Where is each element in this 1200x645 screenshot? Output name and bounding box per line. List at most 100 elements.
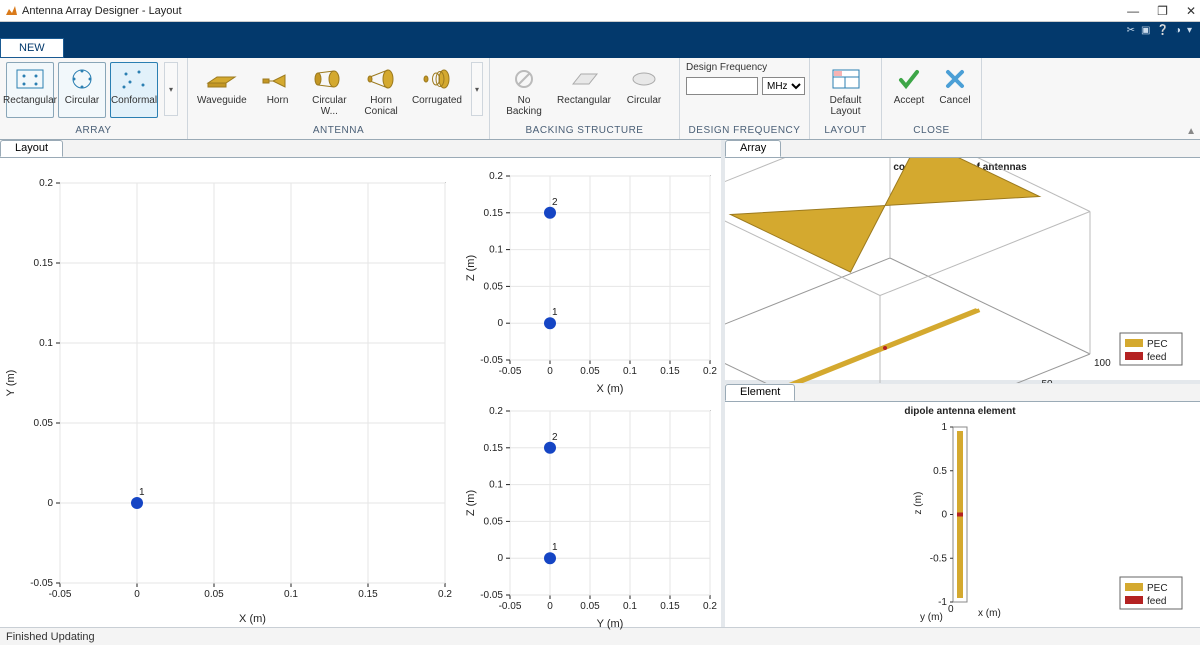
cancel-button[interactable]: Cancel: [934, 62, 976, 118]
svg-text:0.2: 0.2: [703, 366, 717, 377]
qa-icon-2[interactable]: ▣: [1141, 25, 1150, 36]
svg-text:PEC: PEC: [1147, 339, 1168, 350]
svg-text:0.15: 0.15: [358, 589, 378, 600]
svg-text:0.2: 0.2: [489, 171, 503, 182]
backing-circ-label: Circular: [627, 93, 661, 115]
svg-text:-0.05: -0.05: [499, 601, 522, 612]
svg-text:0.05: 0.05: [580, 366, 600, 377]
array-dropdown[interactable]: ▾: [164, 62, 178, 116]
horn-conical-icon: [363, 65, 399, 93]
svg-text:0: 0: [497, 553, 503, 564]
svg-text:z (m): z (m): [913, 491, 924, 514]
svg-text:0.05: 0.05: [484, 516, 504, 527]
minimize-button[interactable]: —: [1127, 4, 1139, 18]
svg-text:0: 0: [497, 318, 503, 329]
design-frequency-unit[interactable]: MHz: [762, 77, 805, 95]
svg-text:0.1: 0.1: [489, 480, 503, 491]
ribbon-group-array: Rectangular Circular Conformal ▾ ARRAY: [0, 58, 188, 139]
backing-none-button[interactable]: No Backing: [496, 62, 552, 120]
svg-text:0.5: 0.5: [933, 465, 947, 476]
svg-text:-1: -1: [938, 597, 947, 608]
antenna-circularw-button[interactable]: Circular W...: [305, 62, 353, 120]
ribbon-tab-row: NEW: [0, 38, 1200, 58]
array-conformal-label: Conformal: [111, 93, 157, 115]
maximize-button[interactable]: ❐: [1157, 4, 1168, 18]
svg-text:PEC: PEC: [1147, 583, 1168, 594]
qa-icon-1[interactable]: ✂: [1127, 25, 1135, 36]
status-text: Finished Updating: [6, 631, 95, 643]
svg-text:Z (m): Z (m): [465, 255, 477, 281]
svg-text:X (m): X (m): [597, 383, 624, 395]
circular-array-icon: [64, 65, 100, 93]
backing-circ-button[interactable]: Circular: [616, 62, 672, 118]
svg-text:Z (m): Z (m): [465, 490, 477, 516]
horn-icon: [260, 65, 296, 93]
svg-text:0.2: 0.2: [39, 178, 53, 189]
qa-icon-4[interactable]: ◑: [1175, 25, 1181, 36]
antenna-horn-label: Horn: [267, 93, 289, 115]
close-window-button[interactable]: ✕: [1186, 4, 1196, 18]
array-conformal-button[interactable]: Conformal: [110, 62, 158, 118]
default-layout-button[interactable]: Default Layout: [816, 62, 875, 120]
backing-none-label: No Backing: [499, 93, 549, 117]
quick-access-bar: ✂ ▣ ❔ ◑ ▾: [0, 22, 1200, 38]
layout-yz-plot[interactable]: -0.0500.050.10.150.2-0.0500.050.10.150.2…: [460, 403, 720, 633]
antenna-waveguide-button[interactable]: Waveguide: [194, 62, 250, 118]
antenna-hornconical-button[interactable]: Horn Conical: [357, 62, 405, 120]
svg-text:-0.05: -0.05: [480, 355, 503, 366]
tab-new[interactable]: NEW: [0, 38, 64, 58]
tab-element[interactable]: Element: [725, 384, 795, 401]
cancel-label: Cancel: [939, 93, 970, 115]
titlebar: Antenna Array Designer - Layout — ❐ ✕: [0, 0, 1200, 22]
svg-text:50: 50: [1042, 379, 1054, 383]
qa-icon-3[interactable]: ❔: [1156, 25, 1168, 36]
antenna-hornconical-label: Horn Conical: [360, 93, 402, 117]
array-circular-label: Circular: [65, 93, 99, 115]
svg-text:1: 1: [552, 542, 558, 553]
svg-text:0: 0: [941, 509, 947, 520]
svg-text:0.15: 0.15: [484, 443, 504, 454]
svg-text:X (m): X (m): [239, 613, 266, 625]
antenna-dropdown[interactable]: ▾: [471, 62, 483, 116]
antenna-corrugated-label: Corrugated: [412, 93, 462, 115]
svg-text:0.2: 0.2: [489, 406, 503, 417]
svg-text:0.1: 0.1: [39, 338, 53, 349]
svg-text:-0.05: -0.05: [480, 590, 503, 601]
svg-text:0.05: 0.05: [204, 589, 224, 600]
svg-text:0.05: 0.05: [580, 601, 600, 612]
design-frequency-input[interactable]: [686, 77, 758, 95]
array-circular-button[interactable]: Circular: [58, 62, 106, 118]
array-rectangular-button[interactable]: Rectangular: [6, 62, 54, 118]
array-3d-plot[interactable]: conformalArray of antennas-100-50050100-…: [725, 158, 1195, 383]
svg-text:-0.05: -0.05: [499, 366, 522, 377]
ribbon-group-close: Accept Cancel CLOSE: [882, 58, 982, 139]
svg-text:0.2: 0.2: [438, 589, 452, 600]
svg-text:0.15: 0.15: [660, 601, 680, 612]
qa-icon-5[interactable]: ▾: [1187, 25, 1192, 36]
layout-xy-plot[interactable]: -0.0500.050.10.150.2-0.0500.050.10.150.2…: [0, 168, 460, 628]
layout-xz-plot[interactable]: -0.0500.050.10.150.2-0.0500.050.10.150.2…: [460, 168, 720, 398]
tab-array[interactable]: Array: [725, 140, 781, 157]
matlab-logo-icon: [4, 4, 18, 18]
backing-rect-button[interactable]: Rectangular: [556, 62, 612, 118]
accept-button[interactable]: Accept: [888, 62, 930, 118]
group-label-freq: DESIGN FREQUENCY: [686, 123, 803, 137]
layout-pane: Layout -0.05 0 0.05 0.1 0.15 0.2 -0.05 0 0.05 0.1…: [0, 140, 725, 627]
svg-text:0.1: 0.1: [284, 589, 298, 600]
antenna-horn-button[interactable]: Horn: [254, 62, 302, 118]
svg-text:feed: feed: [1147, 352, 1166, 363]
svg-text:2: 2: [552, 197, 558, 208]
circular-waveguide-icon: [311, 65, 347, 93]
workspace: Layout -0.05 0 0.05 0.1 0.15 0.2 -0.05 0 0.05 0.1…: [0, 140, 1200, 627]
antenna-corrugated-button[interactable]: Corrugated: [409, 62, 465, 118]
element-3d-plot[interactable]: dipole antenna element-1-0.500.51z (m)x …: [725, 402, 1195, 627]
svg-text:0.15: 0.15: [34, 258, 54, 269]
svg-text:-0.05: -0.05: [30, 578, 53, 589]
svg-text:1: 1: [941, 422, 947, 433]
tab-layout[interactable]: Layout: [0, 140, 63, 157]
ribbon-collapse-icon[interactable]: ▲: [1186, 126, 1196, 137]
svg-text:0: 0: [547, 366, 553, 377]
svg-text:-0.5: -0.5: [930, 553, 948, 564]
array-tab-header: Array: [725, 140, 1200, 158]
svg-text:x (m): x (m): [978, 608, 1001, 619]
